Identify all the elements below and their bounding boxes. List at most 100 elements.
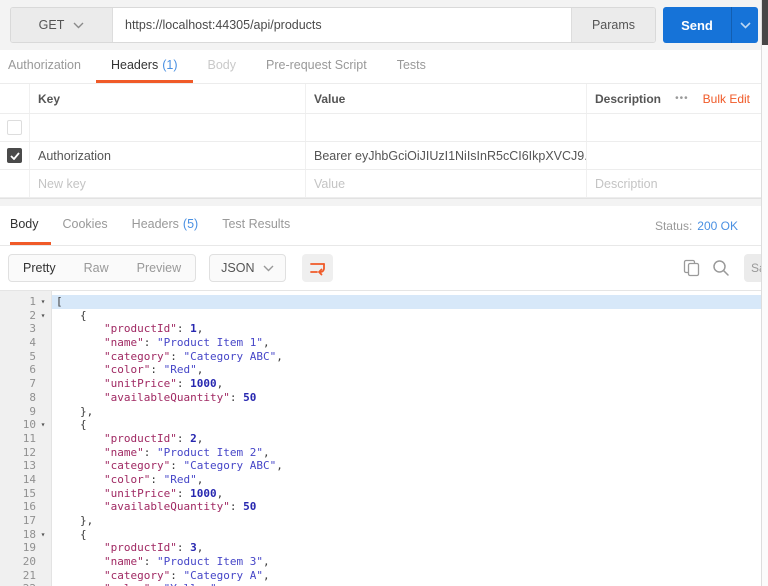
code-token: "category" bbox=[104, 568, 171, 582]
code-line: "unitPrice": 1000, bbox=[52, 487, 768, 501]
format-dropdown[interactable]: JSON bbox=[209, 254, 287, 282]
status-value[interactable]: 200 OK bbox=[697, 219, 738, 233]
code-token: : bbox=[176, 322, 191, 336]
code-token: , bbox=[216, 377, 224, 391]
send-label: Send bbox=[681, 17, 713, 33]
table-row-new bbox=[0, 170, 768, 198]
gutter-line: 11 bbox=[0, 432, 51, 446]
row-checkbox-unchecked[interactable] bbox=[7, 120, 22, 135]
code-token: 2 bbox=[190, 431, 197, 445]
toolbar-right-icons: Save Response bbox=[683, 254, 768, 282]
search-icon[interactable] bbox=[712, 259, 730, 277]
key-cell[interactable] bbox=[30, 114, 306, 141]
response-tab-test-results[interactable]: Test Results bbox=[210, 206, 302, 245]
tab-label: Pre-request Script bbox=[266, 58, 367, 72]
code-token: : bbox=[143, 445, 157, 459]
tab-headers[interactable]: Headers (1) bbox=[95, 50, 193, 83]
code-token: "category" bbox=[104, 459, 171, 473]
fold-toggle-icon[interactable]: ▾ bbox=[36, 295, 50, 309]
code-line: "color": "Red", bbox=[52, 473, 768, 487]
description-cell[interactable] bbox=[587, 114, 768, 141]
gutter-line: 6 bbox=[0, 363, 51, 377]
description-cell[interactable] bbox=[587, 142, 768, 169]
code-token: 50 bbox=[243, 390, 257, 404]
code-token: "productId" bbox=[104, 431, 177, 445]
code-token: , bbox=[276, 459, 283, 473]
code-token: , bbox=[196, 472, 204, 486]
line-number: 3 bbox=[29, 322, 36, 336]
code-token: "Red" bbox=[163, 363, 197, 377]
value-cell[interactable]: Bearer eyJhbGciOiJIUzI1NiIsInR5cCI6IkpXV… bbox=[306, 142, 587, 169]
new-key-input[interactable] bbox=[38, 176, 297, 191]
code-token: : bbox=[170, 568, 184, 582]
response-tab-headers[interactable]: Headers (5) bbox=[120, 206, 211, 245]
send-button[interactable]: Send bbox=[663, 7, 731, 43]
key-cell[interactable]: Authorization bbox=[30, 142, 306, 169]
code-line: { bbox=[52, 528, 768, 542]
code-gutter: 1▾2▾345678910▾1112131415161718▾19202122 bbox=[0, 291, 52, 586]
fold-toggle-icon[interactable]: ▾ bbox=[36, 309, 50, 323]
url-input[interactable] bbox=[113, 8, 571, 42]
response-tab-cookies[interactable]: Cookies bbox=[51, 206, 120, 245]
line-number: 19 bbox=[22, 541, 36, 555]
gutter-line: 10 ▾ bbox=[0, 418, 51, 432]
code-token: "Product Item 3" bbox=[157, 555, 263, 569]
tab-authorization[interactable]: Authorization bbox=[8, 50, 96, 83]
row-checkbox-checked[interactable] bbox=[7, 148, 22, 163]
fold-toggle-icon[interactable]: ▾ bbox=[36, 418, 50, 432]
response-tab-body[interactable]: Body bbox=[10, 206, 51, 245]
value-cell[interactable] bbox=[306, 114, 587, 141]
request-bar: GET Params Send bbox=[0, 0, 768, 50]
code-token: : bbox=[229, 500, 244, 514]
adjacent-pane-header-edge bbox=[762, 0, 768, 45]
more-options-icon[interactable]: ••• bbox=[675, 93, 689, 104]
new-description-input[interactable] bbox=[595, 176, 760, 191]
wrap-text-button[interactable] bbox=[302, 254, 334, 282]
tab-body[interactable]: Body bbox=[193, 50, 252, 83]
gutter-line: 18 ▾ bbox=[0, 528, 51, 542]
view-tab-preview[interactable]: Preview bbox=[123, 255, 195, 281]
code-token: }, bbox=[80, 514, 94, 527]
fold-toggle-icon[interactable]: ▾ bbox=[36, 528, 50, 542]
code-token: "unitPrice" bbox=[104, 377, 177, 391]
gutter-line: 1 ▾ bbox=[0, 295, 51, 309]
code-token: , bbox=[216, 486, 224, 500]
gutter-line: 15 bbox=[0, 487, 51, 501]
tab-label: Authorization bbox=[8, 58, 81, 72]
tab-tests[interactable]: Tests bbox=[382, 50, 441, 83]
gutter-line: 7 bbox=[0, 377, 51, 391]
gutter-line: 16 bbox=[0, 500, 51, 514]
line-number: 9 bbox=[29, 404, 36, 418]
format-label: JSON bbox=[221, 261, 255, 275]
view-tab-raw[interactable]: Raw bbox=[70, 255, 123, 281]
code-line: }, bbox=[52, 405, 768, 419]
code-token: { bbox=[80, 418, 87, 432]
code-lines[interactable]: [{"productId": 1, "name": "Product Item 1… bbox=[52, 291, 768, 586]
send-options-button[interactable] bbox=[731, 7, 758, 43]
bulk-edit-button[interactable]: Bulk Edit bbox=[703, 92, 750, 106]
view-tab-pretty[interactable]: Pretty bbox=[9, 255, 70, 281]
value-column-header: Value bbox=[306, 84, 587, 113]
line-number: 14 bbox=[22, 472, 36, 486]
tab-prerequest-script[interactable]: Pre-request Script bbox=[251, 50, 382, 83]
code-token: "Category A" bbox=[183, 568, 263, 582]
code-line: "availableQuantity": 50 bbox=[52, 391, 768, 405]
copy-icon[interactable] bbox=[683, 259, 700, 277]
code-token: "name" bbox=[104, 445, 144, 459]
line-number: 15 bbox=[22, 486, 36, 500]
chevron-down-icon bbox=[739, 21, 751, 29]
line-number: 20 bbox=[22, 555, 36, 569]
params-button[interactable]: Params bbox=[571, 8, 655, 42]
method-dropdown[interactable]: GET bbox=[11, 8, 113, 42]
status-label: Status: bbox=[654, 218, 693, 233]
tab-label: Body bbox=[207, 58, 237, 72]
view-mode-group: Pretty Raw Preview bbox=[8, 254, 197, 282]
code-line: "name": "Product Item 3", bbox=[52, 555, 768, 569]
new-value-input[interactable] bbox=[314, 176, 578, 191]
